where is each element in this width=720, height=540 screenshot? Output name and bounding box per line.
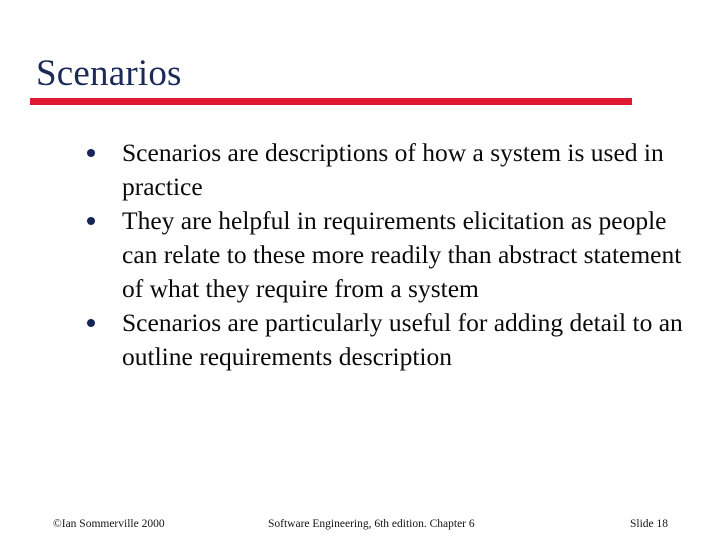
bullet-list: Scenarios are descriptions of how a syst… (84, 136, 696, 374)
bullet-point-icon (87, 217, 95, 225)
list-item-text: They are helpful in requirements elicita… (122, 206, 682, 303)
list-item-text: Scenarios are descriptions of how a syst… (122, 138, 664, 201)
list-item: They are helpful in requirements elicita… (84, 204, 696, 306)
page-title: Scenarios (36, 53, 182, 94)
slide-footer: ©Ian Sommerville 2000 Software Engineeri… (0, 512, 720, 540)
footer-slide-number: Slide 18 (630, 518, 669, 530)
slide: Scenarios Scenarios are descriptions of … (0, 0, 720, 540)
list-item: Scenarios are descriptions of how a syst… (84, 136, 696, 204)
list-item-text: Scenarios are particularly useful for ad… (122, 308, 683, 371)
title-area: Scenarios (30, 52, 632, 105)
footer-book-reference: Software Engineering, 6th edition. Chapt… (268, 518, 475, 530)
footer-copyright: ©Ian Sommerville 2000 (53, 518, 165, 530)
title-underline-rule (30, 98, 632, 105)
list-item: Scenarios are particularly useful for ad… (84, 306, 696, 374)
bullet-point-icon (87, 149, 95, 157)
bullet-point-icon (87, 319, 95, 327)
